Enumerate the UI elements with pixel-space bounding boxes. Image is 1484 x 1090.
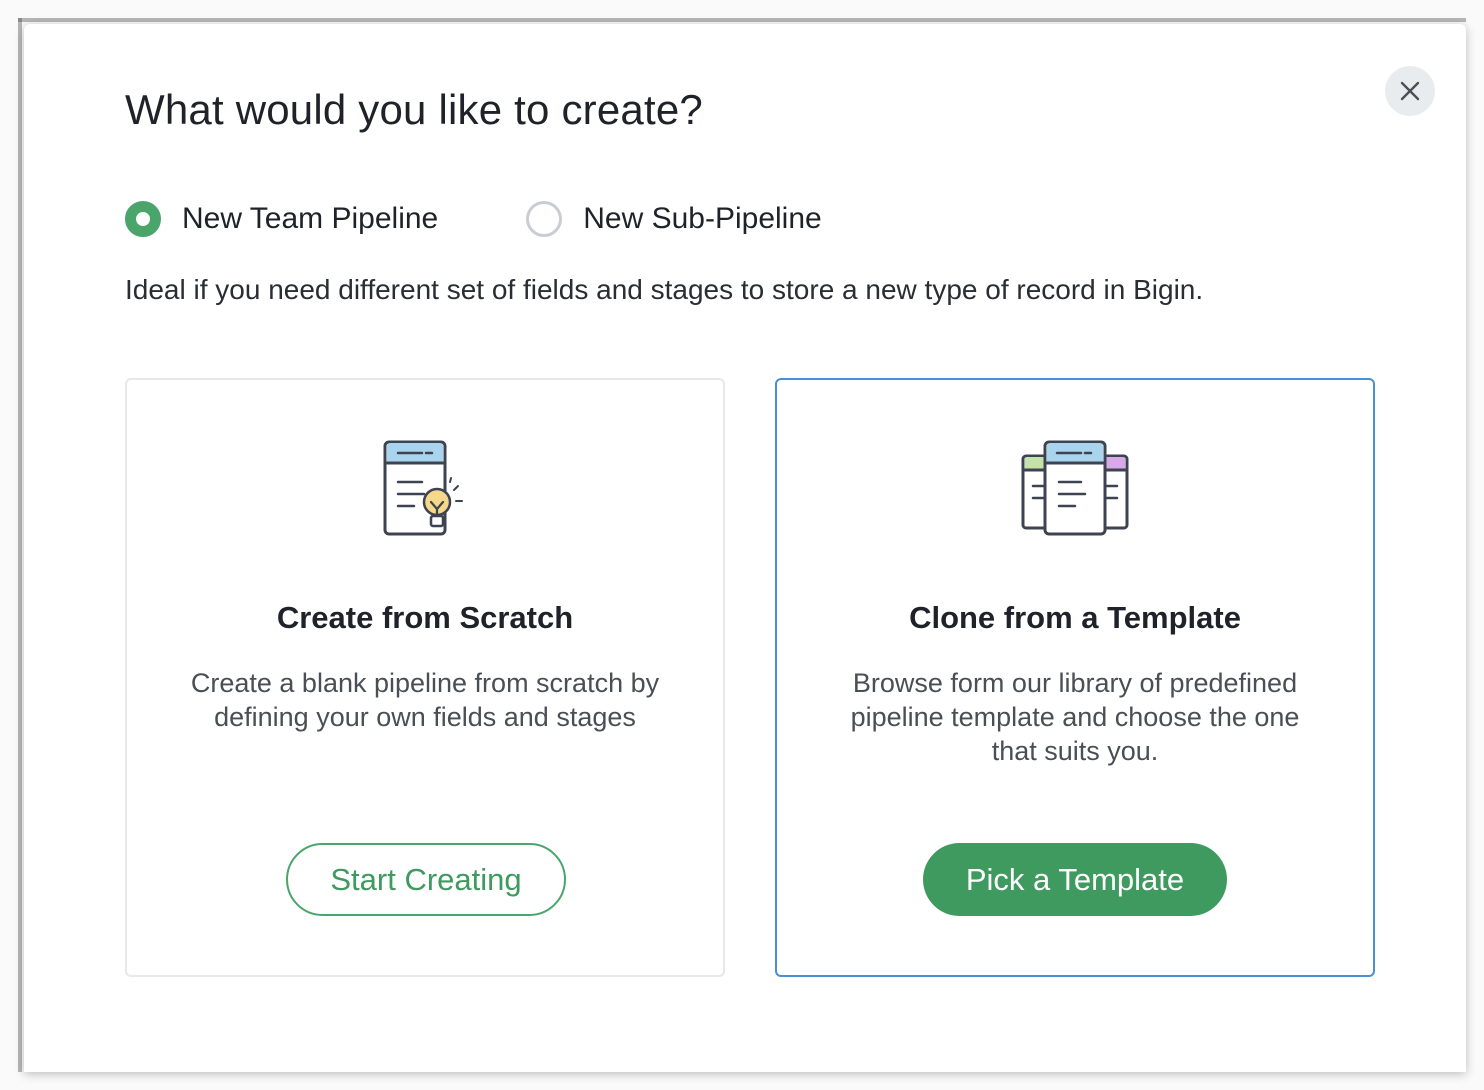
- dialog-title: What would you like to create?: [125, 86, 703, 133]
- document-lightbulb-icon: [380, 438, 470, 543]
- pick-template-button[interactable]: Pick a Template: [923, 843, 1227, 916]
- radio-new-team-pipeline[interactable]: New Team Pipeline: [125, 201, 438, 237]
- radio-label-team-pipeline: New Team Pipeline: [182, 202, 439, 235]
- radio-label-sub-pipeline: New Sub-Pipeline: [583, 202, 822, 235]
- card-title-template: Clone from a Template: [909, 600, 1241, 635]
- stacked-documents-icon: [1019, 438, 1131, 543]
- card-description-template: Browse form our library of predefined pi…: [850, 668, 1300, 766]
- create-pipeline-dialog: What would you like to create? New Team …: [24, 24, 1466, 1072]
- radio-button-unchecked[interactable]: [526, 201, 563, 237]
- option-description: Ideal if you need different set of field…: [125, 274, 1204, 305]
- create-from-scratch-card[interactable]: Create from Scratch Create a blank pipel…: [125, 378, 725, 977]
- card-description-scratch: Create a blank pipeline from scratch by …: [190, 668, 660, 732]
- radio-dot: [136, 212, 150, 226]
- start-creating-button[interactable]: Start Creating: [286, 843, 566, 916]
- background-window-edge: [18, 18, 22, 1072]
- close-button[interactable]: [1385, 66, 1435, 116]
- close-icon: [1400, 81, 1420, 101]
- background-window-edge: [18, 18, 1466, 22]
- radio-button-checked[interactable]: [125, 201, 161, 237]
- pipeline-type-radio-group: New Team Pipeline New Sub-Pipeline: [125, 199, 822, 239]
- card-title-scratch: Create from Scratch: [276, 600, 574, 635]
- clone-from-template-card[interactable]: Clone from a Template Browse form our li…: [775, 378, 1375, 977]
- radio-new-sub-pipeline[interactable]: New Sub-Pipeline: [526, 201, 822, 237]
